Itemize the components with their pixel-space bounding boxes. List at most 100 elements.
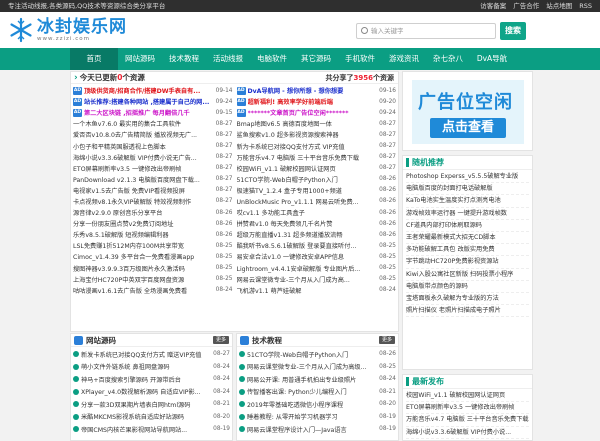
list-item[interactable]: 分享一份朋友圈点赞v2免费订阅地址 08-26 [73, 218, 233, 229]
list-item-title[interactable]: 睡着教程: 从零开始学习机器学习 [247, 412, 377, 421]
sidebar-list-item[interactable]: 海绵小说v3.3.6破解版 VIP付费小说... [406, 427, 529, 439]
list-item[interactable]: 上海宝付HC720P中英双字百度网盘资源 08-25 [73, 274, 233, 285]
list-item-title[interactable]: 极速猫TV_1.2.4 盒子专用1000+频道 [237, 186, 378, 195]
list-item[interactable]: AD 顶级供货商/招商合作/搭建DW手表自有... 09-14 [73, 85, 233, 96]
source-more-button[interactable]: 更多 [213, 336, 229, 344]
nav-item-home[interactable]: 首页 [70, 48, 118, 70]
list-item-title[interactable]: 网易云课堂微专业-三个月从入门成为高级... [247, 362, 377, 371]
list-item[interactable]: 源音律v2.9.0 原创音乐分享平台 08-26 [73, 207, 233, 218]
list-item-title[interactable]: Lightroom_v4.4.1安卓破解版 专业图片后... [237, 264, 378, 273]
list-item-title[interactable]: PanDownload v2.1.3 电脑版百度网盘下载... [73, 175, 214, 184]
list-item-title[interactable]: 网易公开课: 用普通手机拍出专业级照片 [247, 375, 377, 384]
list-item[interactable]: 传智播客出课: Python少儿编程入门 08-21 [239, 386, 396, 399]
list-item[interactable]: 易安卓合法v1.0 一键修改安卓APP信息 08-25 [237, 251, 397, 262]
nav-item-game-news[interactable]: 游戏资讯 [382, 48, 426, 70]
list-item[interactable]: 帝国CMS内核芒果影视网站导航网站... 08-19 [73, 423, 230, 436]
list-item[interactable]: 神马+百度搜索引擎源码 开源带后台 08-24 [73, 373, 230, 386]
nav-item-misc[interactable]: 杂七杂八 [426, 48, 470, 70]
list-item-title[interactable]: 2019年零基础吃透微信小程序课程 [247, 400, 377, 409]
list-item-title[interactable]: 海绵小说v3.3.6破解版 VIP付费小说无广告... [73, 153, 214, 162]
nav-item-mobile-software[interactable]: 手机软件 [338, 48, 382, 70]
list-item-title[interactable]: XPlayer_v4.0数视解析源码 自适应VIP影... [81, 387, 211, 396]
list-item-title[interactable]: UnBlockMusic Pro_v1.1.1 网易云听免费... [237, 197, 378, 206]
list-item-title[interactable]: 超新福利! 高效率学好前端后端 [248, 97, 378, 106]
list-item[interactable]: Lightroom_v4.4.1安卓破解版 专业图片后... 08-25 [237, 263, 397, 274]
list-item-title[interactable]: Bmap地图v6.5 高德百度地图一体 [237, 119, 378, 128]
nav-item-other-source[interactable]: 其它源码 [294, 48, 338, 70]
sidebar-list-item[interactable]: 王者荣耀最新模式大招无CD脚本 [406, 232, 529, 245]
list-item-title[interactable]: 爱否否v10.8.0去广告精简版 播放视频无广... [73, 130, 214, 139]
list-item[interactable]: 超级万能直播v1.31 超多频道播放流畅 08-26 [237, 229, 397, 240]
list-item[interactable]: 睡着教程: 从零开始学习机器学习 08-19 [239, 411, 396, 424]
list-item-title[interactable]: 小包子和平精英国服透视上色脚本 [73, 142, 214, 151]
list-item-title[interactable]: 易安卓合法v1.0 一键修改安卓APP信息 [237, 252, 378, 261]
list-item-title[interactable]: 51CTO学院-Web白帽子Python入门 [237, 175, 378, 184]
list-item-title[interactable]: 神马+百度搜索引擎源码 开源带后台 [81, 375, 211, 384]
list-item[interactable]: AD 超新福利! 高效率学好前端后端 09-20 [236, 96, 396, 107]
list-item[interactable]: 爱否否v10.8.0去广告精简版 播放视频无广... 08-27 [73, 129, 233, 140]
sidebar-list-item[interactable]: 电脑版百度的封面打电话破解版 [406, 183, 529, 196]
list-item-title[interactable]: 飞机游v1.1 萌芦娃破解 [237, 286, 378, 295]
list-item-title[interactable]: 米酷MKCMS影视系统自适应好站源码 [81, 412, 211, 421]
list-item-title[interactable]: LSL免费赚1折512M内存100M共享带宽 [73, 241, 214, 250]
list-item[interactable]: 拼赞君v1.0 每天免费领几千名片赞 08-26 [237, 218, 397, 229]
sidebar-list-item[interactable]: 校园WiFi_v1.1 破解校园网认证网页 [406, 390, 529, 403]
sidebar-list-item[interactable]: 照片扫描仪 老照片扫描成电子照片 [406, 305, 529, 318]
list-item-title[interactable]: 传智播客出课: Python少儿编程入门 [247, 387, 377, 396]
sidebar-list-item[interactable]: 游戏帧效率运行器 一键提升游戏帧数 [406, 208, 529, 220]
ad-cta-button[interactable]: 点击查看 [430, 118, 506, 138]
list-item[interactable]: 网易云课堂微专业-三个月从入门成为高... 08-25 [237, 274, 397, 285]
list-item[interactable]: AD 站长推荐:搭建各种网站 ,搭建属于自己的网... 09-24 [73, 96, 233, 107]
list-item-title[interactable]: 新为卡系统已对接QQ支付方式 VIP充值 [237, 142, 378, 151]
list-item[interactable]: 酷我听书v8.5.6.1破解版 登录要直接听付... 08-25 [237, 240, 397, 251]
list-item-title[interactable]: 超级万能直播v1.31 超多频道播放流畅 [237, 230, 378, 239]
list-item[interactable]: XPlayer_v4.0数视解析源码 自适应VIP影... 08-24 [73, 386, 230, 399]
list-item-title[interactable]: 新发卡系统已对接QQ支付方式 赠送VIP充值 [81, 350, 211, 359]
search-button[interactable]: 搜索 [500, 22, 526, 40]
sidebar-list-item[interactable]: KaTo电池实生温度实打点测亮电池 [406, 195, 529, 208]
list-item[interactable]: 飞机游v1.1 萌芦娃破解 08-24 [237, 285, 397, 296]
list-item[interactable]: 新为卡系统已对接QQ支付方式 VIP充值 08-27 [237, 140, 397, 151]
sidebar-ad-banner[interactable]: 广告位空闲 点击查看 [402, 71, 533, 151]
list-item-title[interactable]: 搜图神器v3.9.9.3百万级图片永久激活码 [73, 264, 214, 273]
list-item[interactable]: LSL免费赚1折512M内存100M共享带宽 08-25 [73, 240, 233, 251]
list-item[interactable]: ETO屏幕刷新率v3.5 一键修改出帝刷帧 08-27 [73, 163, 233, 174]
list-item-title[interactable]: 分享一款3D双果期片墙表白网html源码 [81, 400, 211, 409]
list-item-title[interactable]: 站长推荐:搭建各种网站 ,搭建属于自己的网... [84, 97, 214, 106]
list-item-title[interactable]: 源音律v2.9.0 原创音乐分享平台 [73, 208, 214, 217]
list-item[interactable]: 网易云课堂微专业-三个月从入门成为高级... 08-25 [239, 361, 396, 374]
list-item[interactable]: 网易云课堂程序设计入门—Java语言 08-19 [239, 423, 396, 436]
list-item-title[interactable]: 酷我听书v8.5.6.1破解版 登录要直接听付... [237, 241, 378, 250]
search-input[interactable]: 输入关键字 [356, 23, 496, 39]
list-item[interactable]: PanDownload v2.1.3 电脑版百度网盘下载... 08-27 [73, 174, 233, 185]
list-item-title[interactable]: 第二大区块链 ,招摇推广 每月翻倍几千 [84, 108, 214, 117]
list-item[interactable]: 鲨鱼搜索v1.0 超多影视资源搜索神器 08-27 [237, 129, 397, 140]
list-item[interactable]: 51CTO学院-Web白帽子Python入门 08-26 [239, 348, 396, 361]
nav-item-deals[interactable]: 活动线报 [206, 48, 250, 70]
sidebar-list-item[interactable]: CF道具内部打印体刷取源码 [406, 220, 529, 232]
list-item-title[interactable]: 卡点视频v8.1永久VIP破解版 特效视频制作 [73, 197, 214, 206]
list-item-title[interactable]: 万能音乐v4.7 电脑版 三十平台音乐免费下载 [237, 153, 378, 162]
sidebar-list-item[interactable]: Photoshop Experss_v5.5.5破解专业版 [406, 171, 529, 184]
list-item[interactable]: 极速猫TV_1.2.4 盒子专用1000+频道 08-26 [237, 185, 397, 196]
list-item-title[interactable]: 电视家v1.5去广告版 免费VIP看视频投屏 [73, 186, 214, 195]
list-item-title[interactable]: ETO屏幕刷新率v3.5 一键修改出帝刷帧 [73, 164, 214, 173]
site-logo[interactable]: 冰封娱乐网 www.zzizi.com [8, 17, 127, 43]
list-item-title[interactable]: 校园WiFi_v1.1 破解校园网认证网页 [237, 164, 378, 173]
top-link-ads[interactable]: 广告合作 [513, 0, 539, 12]
list-item-title[interactable]: 上海宝付HC720P中英双字百度网盘资源 [73, 275, 214, 284]
list-item[interactable]: Bmap地图v6.5 高德百度地图一体 08-27 [237, 118, 397, 129]
list-item-title[interactable]: 拼赞君v1.0 每天免费领几千名片赞 [237, 219, 378, 228]
list-item[interactable]: 51CTO学院-Web白帽子Python入门 08-26 [237, 174, 397, 185]
sidebar-list-item[interactable]: 多功能破解工具包 改版实用免费 [406, 244, 529, 257]
list-item[interactable]: 新发卡系统已对接QQ支付方式 赠送VIP充值 08-27 [73, 348, 230, 361]
sidebar-list-item[interactable]: Kiwi入股公寓社区新版 扫码投票小程序 [406, 269, 529, 281]
list-item-title[interactable]: DvA导航网 - 想你所想 - 想你想要 [248, 86, 378, 95]
list-item[interactable]: 分享一款3D双果期片墙表白网html源码 08-21 [73, 398, 230, 411]
list-item[interactable]: 米酷MKCMS影视系统自适应好站源码 08-20 [73, 411, 230, 424]
list-item[interactable]: 搜图神器v3.9.9.3百万级图片永久激活码 08-25 [73, 263, 233, 274]
list-item[interactable]: AD 第二大区块链 ,招摇推广 每月翻倍几千 09-15 [73, 107, 233, 118]
list-item[interactable]: AD *******文章首页广告位空闲******* 09-24 [236, 107, 396, 118]
list-item[interactable]: 一个木鱼v7.6.0 最实用的集合工具软件 08-27 [73, 118, 233, 129]
list-item[interactable]: 萌小文件外链系统 鼻祖网盘源码 08-24 [73, 361, 230, 374]
